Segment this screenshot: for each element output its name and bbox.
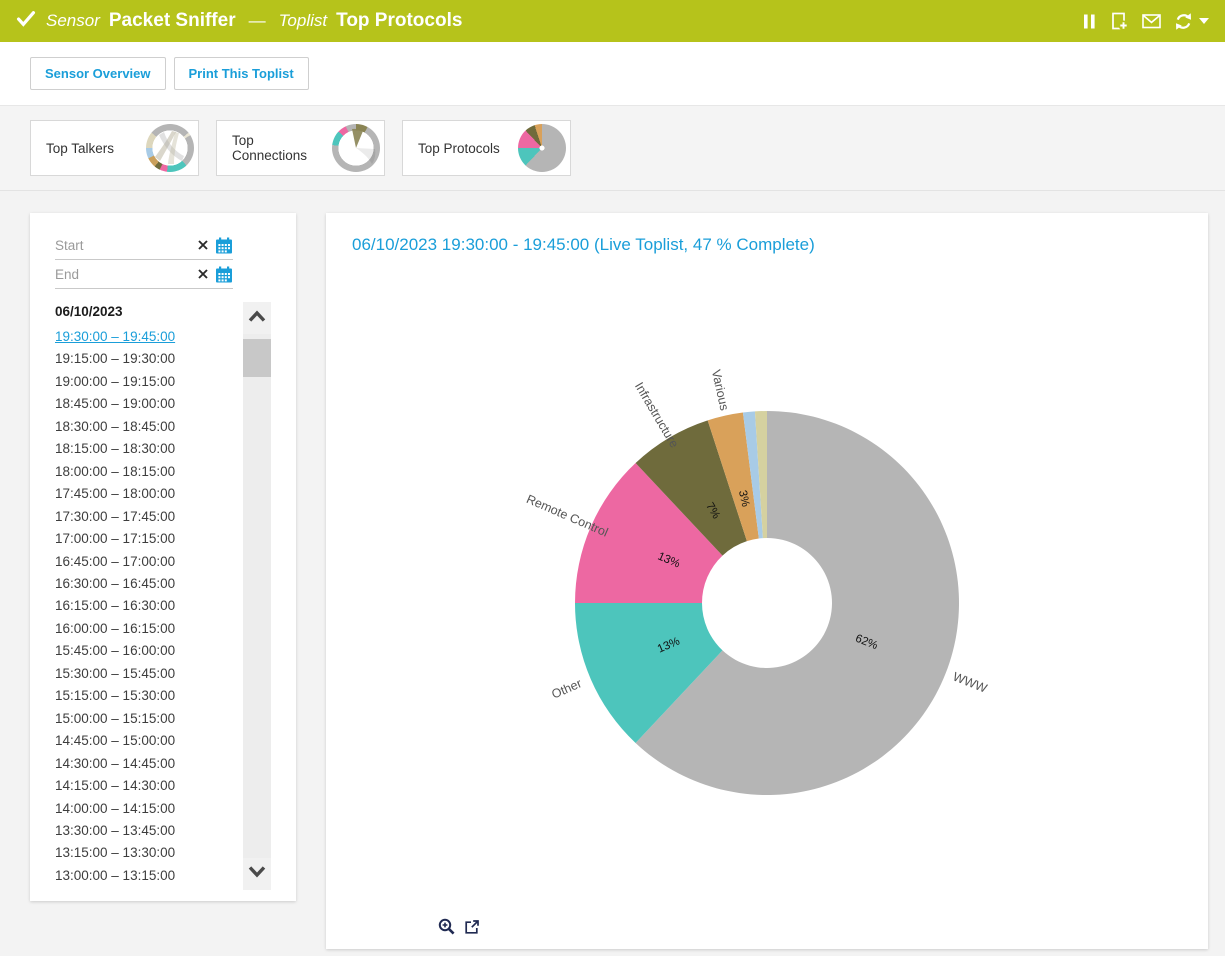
interval-item[interactable]: 17:30:00 – 17:45:00	[55, 506, 240, 528]
interval-item[interactable]: 16:00:00 – 16:15:00	[55, 618, 240, 640]
interval-item[interactable]: 13:00:00 – 13:15:00	[55, 865, 240, 887]
toolbar: Sensor Overview Print This Toplist	[0, 42, 1225, 106]
breadcrumb-item-type: Sensor	[46, 11, 100, 31]
interval-item[interactable]: 17:45:00 – 18:00:00	[55, 483, 240, 505]
interval-scrollbar	[243, 302, 271, 890]
end-date-row	[55, 260, 233, 289]
start-calendar-icon[interactable]	[215, 237, 233, 254]
status-check-icon	[16, 10, 36, 32]
chevron-up-icon	[247, 309, 267, 327]
interval-item[interactable]: 13:30:00 – 13:45:00	[55, 820, 240, 842]
tab-top-connections-label: Top Connections	[232, 133, 332, 163]
toplist-tabstrip: Top Talkers Top Connections Top Protocol…	[0, 106, 1225, 191]
interval-item[interactable]: 14:15:00 – 14:30:00	[55, 775, 240, 797]
protocols-donut-chart: 62%WWW13%Other13%Remote Control7%Infrast…	[326, 213, 1208, 949]
pause-icon[interactable]	[1082, 13, 1097, 30]
interval-item[interactable]: 13:15:00 – 13:30:00	[55, 842, 240, 864]
interval-date-header: 06/10/2023	[55, 304, 240, 319]
end-calendar-icon[interactable]	[215, 266, 233, 283]
interval-item[interactable]: 15:45:00 – 16:00:00	[55, 640, 240, 662]
interval-item[interactable]: 16:45:00 – 17:00:00	[55, 551, 240, 573]
end-clear-icon[interactable]	[198, 269, 208, 279]
breadcrumb: Sensor Packet Sniffer — Toplist Top Prot…	[46, 10, 462, 32]
scrollbar-track[interactable]	[243, 334, 271, 858]
refresh-dropdown-caret-icon[interactable]	[1199, 18, 1209, 24]
breadcrumb-section-type: Toplist	[279, 11, 328, 31]
interval-item[interactable]: 14:30:00 – 14:45:00	[55, 753, 240, 775]
interval-item[interactable]: 16:15:00 – 16:30:00	[55, 595, 240, 617]
tab-top-protocols[interactable]: Top Protocols	[402, 120, 571, 176]
interval-item[interactable]: 16:30:00 – 16:45:00	[55, 573, 240, 595]
end-date-input[interactable]	[55, 267, 191, 282]
tab-top-protocols-label: Top Protocols	[418, 141, 500, 156]
start-date-row	[55, 231, 233, 260]
zoom-in-icon[interactable]	[438, 918, 455, 935]
top-talkers-chord-thumbnail-icon	[146, 124, 194, 172]
interval-list: 19:30:00 – 19:45:0019:15:00 – 19:30:0019…	[55, 326, 240, 887]
interval-item[interactable]: 18:45:00 – 19:00:00	[55, 393, 240, 415]
interval-item[interactable]: 19:00:00 – 19:15:00	[55, 371, 240, 393]
interval-item[interactable]: 14:00:00 – 14:15:00	[55, 798, 240, 820]
top-connections-chart-thumbnail-icon	[332, 124, 380, 172]
interval-item[interactable]: 14:45:00 – 15:00:00	[55, 730, 240, 752]
interval-item[interactable]: 19:15:00 – 19:30:00	[55, 348, 240, 370]
refresh-icon[interactable]	[1174, 12, 1193, 31]
segment-name-label: Infrastructure	[632, 380, 682, 451]
top-protocols-pie-thumbnail-icon	[518, 124, 566, 172]
breadcrumb-section-name: Top Protocols	[336, 10, 462, 32]
content-area: 06/10/2023 19:30:00 – 19:45:0019:15:00 –…	[0, 191, 1225, 956]
interval-item[interactable]: 17:00:00 – 17:15:00	[55, 528, 240, 550]
interval-item[interactable]: 15:30:00 – 15:45:00	[55, 663, 240, 685]
start-clear-icon[interactable]	[198, 240, 208, 250]
toplist-chart-panel: 06/10/2023 19:30:00 - 19:45:00 (Live Top…	[326, 213, 1208, 949]
print-toplist-button[interactable]: Print This Toplist	[174, 57, 309, 90]
scroll-up-button[interactable]	[243, 302, 271, 334]
segment-name-label: Various	[709, 368, 732, 412]
interval-item[interactable]: 15:15:00 – 15:30:00	[55, 685, 240, 707]
breadcrumb-item-name: Packet Sniffer	[109, 10, 236, 32]
scroll-down-button[interactable]	[243, 858, 271, 890]
interval-item[interactable]: 19:30:00 – 19:45:00	[55, 326, 240, 348]
start-date-input[interactable]	[55, 238, 191, 253]
open-in-new-icon[interactable]	[464, 919, 480, 935]
email-icon[interactable]	[1142, 13, 1161, 29]
interval-item[interactable]: 18:00:00 – 18:15:00	[55, 461, 240, 483]
tab-top-talkers-label: Top Talkers	[46, 141, 114, 156]
interval-item[interactable]: 15:00:00 – 15:15:00	[55, 708, 240, 730]
chevron-down-icon	[247, 865, 267, 883]
scrollbar-thumb[interactable]	[243, 339, 271, 377]
tab-top-talkers[interactable]: Top Talkers	[30, 120, 199, 176]
interval-item[interactable]: 18:15:00 – 18:30:00	[55, 438, 240, 460]
report-icon[interactable]	[1110, 12, 1129, 31]
sensor-overview-button[interactable]: Sensor Overview	[30, 57, 166, 90]
breadcrumb-separator: —	[249, 11, 266, 31]
segment-name-label: WWW	[951, 670, 989, 696]
interval-picker-panel: 06/10/2023 19:30:00 – 19:45:0019:15:00 –…	[30, 213, 296, 901]
tab-top-connections[interactable]: Top Connections	[216, 120, 385, 176]
sensor-header-bar: Sensor Packet Sniffer — Toplist Top Prot…	[0, 0, 1225, 42]
segment-name-label: Other	[550, 676, 584, 701]
interval-item[interactable]: 18:30:00 – 18:45:00	[55, 416, 240, 438]
